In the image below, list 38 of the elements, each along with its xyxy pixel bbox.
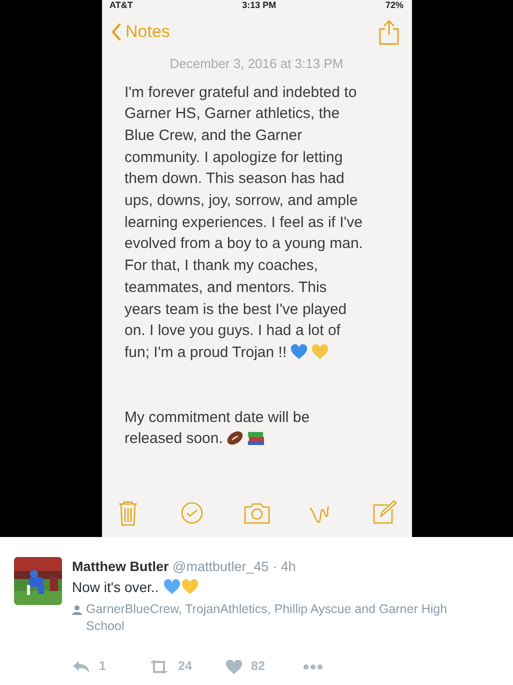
note-text-line: fun; I'm a proud Trojan !! [124,344,287,361]
back-button[interactable]: Notes [112,19,170,45]
heart-icon [226,660,242,674]
separator-dot: · [272,559,278,574]
note-text-line: them down. This season has had [124,170,344,188]
note-text-line: ups, downs, joy, sorrow, and ample [124,192,358,210]
more-icon [303,664,323,670]
back-chevron-icon [112,23,122,41]
note-date: December 3, 2016 at 3:13 PM [168,55,344,73]
note-text-line: years team is the best I've played [124,300,347,318]
reply-button[interactable]: 1 [72,657,149,676]
note-text-line: For that, I thank my coaches, [124,257,318,274]
retweet-button[interactable]: 24 [149,657,226,676]
tweet-text: Now it's over.. [72,579,159,596]
note-text-line: evolved from a boy to a young man. [124,235,363,252]
time-text: 3:13 PM [242,0,276,10]
share-icon [378,19,400,45]
carrier-text: AT&T [110,0,133,10]
football-icon [226,430,244,446]
reply-icon [72,660,90,674]
books-icon [246,430,265,446]
note-text-line: Garner HS, Garner athletics, the [124,105,340,122]
note-text-line: teammates, and mentors. This [124,278,327,296]
tweet-time[interactable]: 4h [280,559,296,574]
note-text-line: released soon. [124,430,223,448]
note-text-line: Blue Crew, and the Garner [124,126,302,144]
note-text-line: I'm forever grateful and indebted to [124,84,357,100]
note-text-line: community. I apologize for letting [124,148,343,166]
tagged-users[interactable]: GarnerBlueCrew, TrojanAthletics, Phillip Ayscue and Garner High School [86,601,472,636]
note-text-line: on. I love you guys. I had a lot of [124,322,340,340]
note-text-line: learning experiences. I feel as if I've [124,214,362,231]
like-button[interactable]: 82 [226,657,303,676]
share-button[interactable] [378,19,400,45]
battery-text: 72% [385,0,404,10]
person-icon [72,605,82,616]
user-name: Matthew Butler [72,559,169,574]
user-handle: @mattbutler_45 [172,559,269,574]
note-text-line: My commitment date will be [124,408,310,426]
